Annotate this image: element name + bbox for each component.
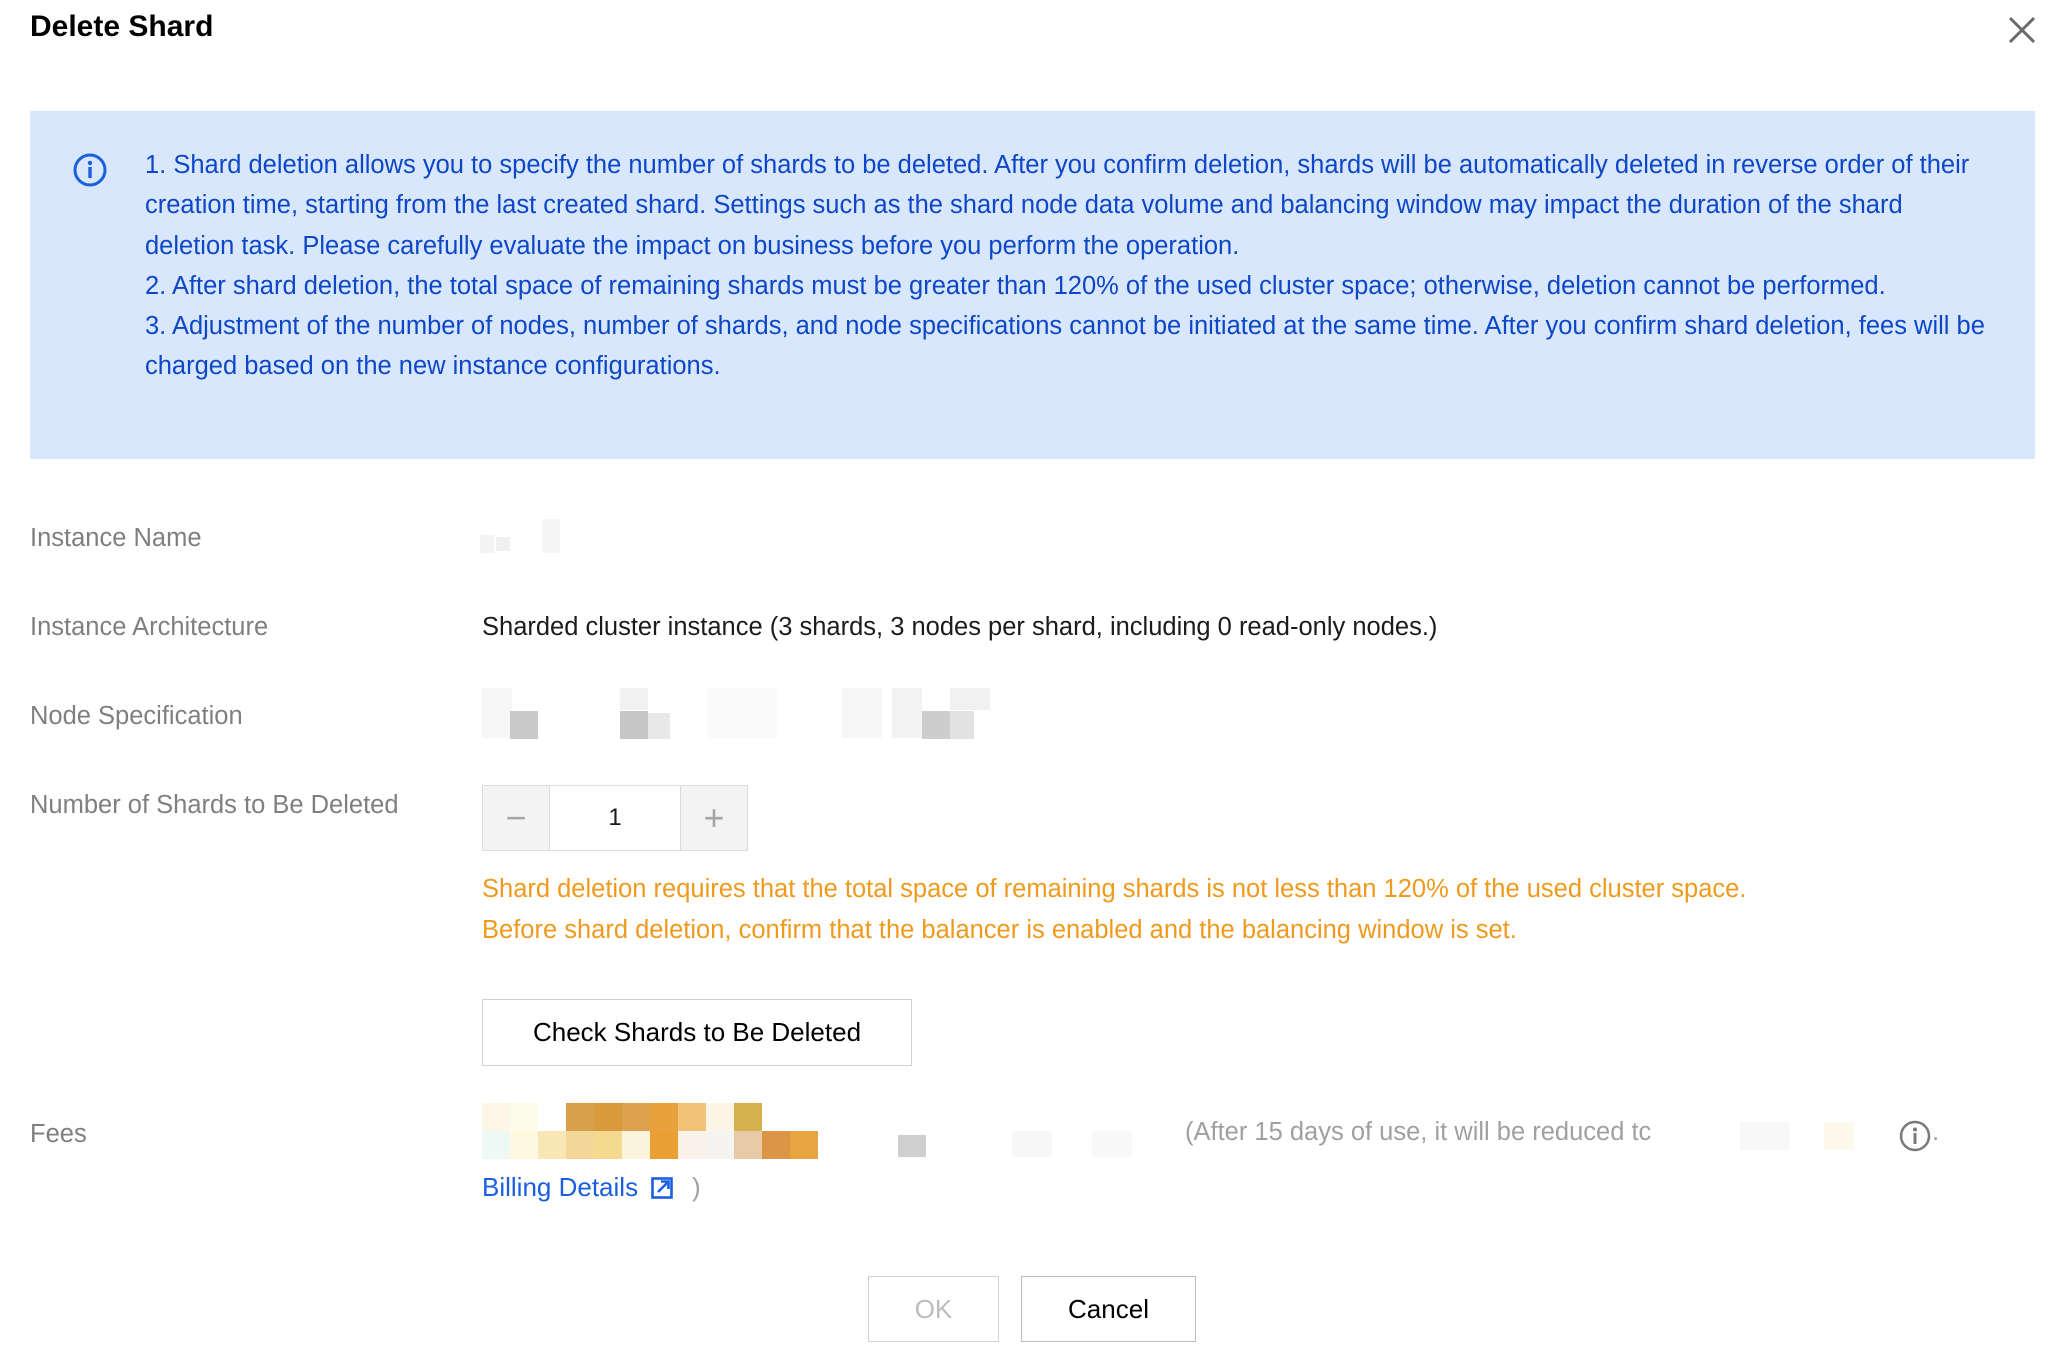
notice-line-1: 1. Shard deletion allows you to specify … bbox=[145, 151, 1970, 260]
billing-close-paren: ) bbox=[692, 1172, 701, 1202]
cancel-button[interactable]: Cancel bbox=[1021, 1276, 1196, 1342]
ok-button[interactable]: OK bbox=[868, 1276, 999, 1342]
notice-line-3: 3. Adjustment of the number of nodes, nu… bbox=[145, 312, 1985, 381]
fees-info-icon[interactable] bbox=[1898, 1119, 1932, 1153]
instance-architecture-value: Sharded cluster instance (3 shards, 3 no… bbox=[482, 613, 1438, 641]
shards-count-input[interactable]: 1 bbox=[550, 786, 680, 850]
warning-line-1: Shard deletion requires that the total s… bbox=[482, 875, 1747, 903]
fees-reduction-value-redacted bbox=[1740, 1122, 1854, 1150]
notice-line-2: 2. After shard deletion, the total space… bbox=[145, 271, 1886, 300]
delete-shard-dialog: Delete Shard 1. Shard deletion allows yo… bbox=[0, 0, 2048, 1358]
check-shards-button[interactable]: Check Shards to Be Deleted bbox=[482, 999, 912, 1066]
dialog-title: Delete Shard bbox=[30, 10, 214, 43]
decrement-button[interactable]: − bbox=[483, 786, 550, 850]
shard-deletion-warning: Shard deletion requires that the total s… bbox=[482, 869, 1746, 950]
billing-details-label[interactable]: Billing Details bbox=[482, 1172, 638, 1203]
warning-line-2: Before shard deletion, confirm that the … bbox=[482, 915, 1517, 944]
increment-button[interactable]: + bbox=[680, 786, 747, 850]
shards-stepper: − 1 + bbox=[482, 785, 748, 851]
info-icon bbox=[73, 153, 107, 187]
node-specification-value-redacted bbox=[482, 683, 1012, 743]
fees-reduction-note: (After 15 days of use, it will be reduce… bbox=[1185, 1118, 1652, 1146]
fees-value-redacted bbox=[482, 1103, 1132, 1159]
info-notice: 1. Shard deletion allows you to specify … bbox=[30, 111, 2035, 459]
notice-text: 1. Shard deletion allows you to specify … bbox=[145, 145, 1990, 387]
shards-to-delete-label: Number of Shards to Be Deleted bbox=[30, 791, 399, 819]
close-icon[interactable] bbox=[2002, 10, 2042, 50]
node-specification-label: Node Specification bbox=[30, 702, 243, 730]
billing-details-link[interactable]: Billing Details bbox=[482, 1172, 674, 1203]
external-link-icon[interactable] bbox=[650, 1176, 674, 1200]
instance-architecture-label: Instance Architecture bbox=[30, 613, 269, 641]
fees-note-period: . bbox=[1932, 1118, 1940, 1146]
instance-name-value-redacted bbox=[480, 519, 560, 553]
instance-name-label: Instance Name bbox=[30, 524, 202, 552]
fees-label: Fees bbox=[30, 1120, 87, 1148]
